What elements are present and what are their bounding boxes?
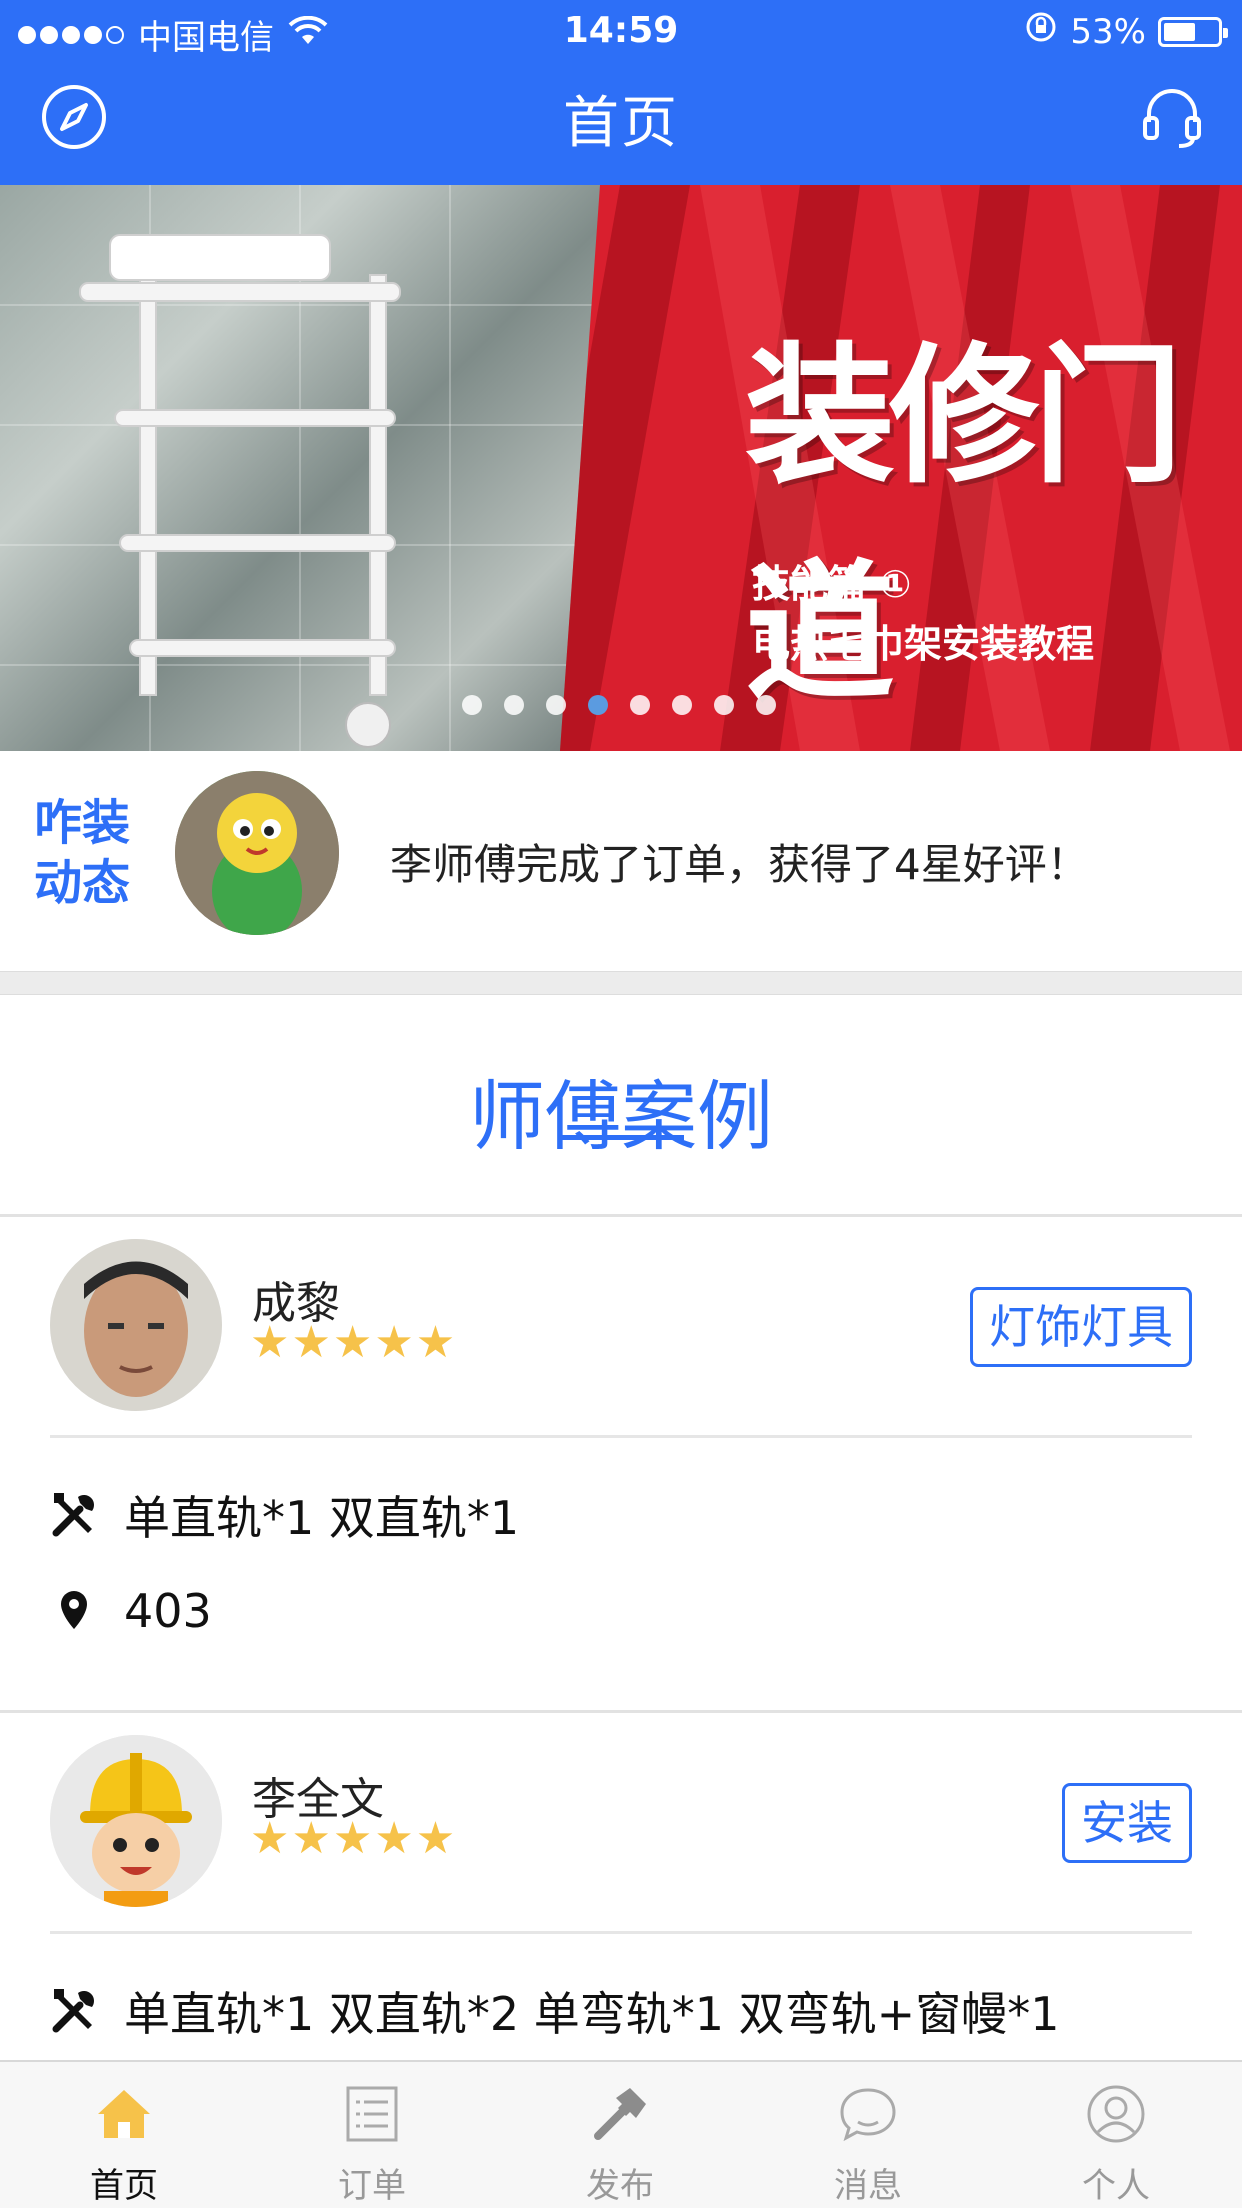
tab-messages[interactable]: 消息 <box>744 2062 992 2208</box>
pager-dot[interactable] <box>630 695 650 715</box>
banner-subtitle-2: 电热毛巾架安装教程 <box>752 622 1095 666</box>
news-message: 李师傅完成了订单，获得了4星好评！ <box>390 840 1089 889</box>
news-label: 咋装 动态 <box>34 795 131 911</box>
pager-dot[interactable] <box>462 695 482 715</box>
case-location-row: 403 <box>50 1584 212 1638</box>
towel-rack-photo <box>0 185 600 751</box>
person-icon <box>992 2084 1240 2154</box>
rating-stars: ★★★★★ <box>250 1813 458 1864</box>
section-title-underline <box>558 1135 684 1140</box>
banner-page-indicator[interactable] <box>462 695 776 715</box>
case-items: 单直轨*1 双直轨*1 <box>124 1491 520 1545</box>
pager-dot[interactable] <box>672 695 692 715</box>
pager-dot[interactable] <box>504 695 524 715</box>
pager-dot[interactable] <box>714 695 734 715</box>
tab-publish[interactable]: 发布 <box>496 2062 744 2208</box>
cases-section-header: 师傅案例 <box>0 995 1242 1215</box>
battery-percent: 53% <box>1070 11 1146 52</box>
tab-label: 首页 <box>90 2166 158 2206</box>
tools-icon <box>50 1491 98 1539</box>
card-divider <box>50 1931 1192 1934</box>
status-bar: 中国电信 14:59 53% <box>0 0 1242 62</box>
service-tag[interactable]: 安装 <box>1062 1783 1192 1863</box>
news-ticker[interactable]: 咋装 动态 李师傅完成了订单，获得了4星好评！ <box>0 751 1242 971</box>
location-pin-icon <box>50 1587 98 1635</box>
hammer-icon <box>496 2084 744 2154</box>
nav-bar: 首页 <box>0 62 1242 185</box>
app-root: { "status_bar": { "carrier": "中国电信", "ti… <box>0 0 1242 2208</box>
service-tag[interactable]: 灯饰灯具 <box>970 1287 1192 1367</box>
mascot-avatar <box>175 771 339 935</box>
case-items-row: 单直轨*1 双直轨*2 单弯轨*1 双弯轨+窗幔*1 <box>50 1978 1059 2044</box>
header: 中国电信 14:59 53% 首页 <box>0 0 1242 185</box>
list-icon <box>248 2084 496 2154</box>
pager-dot[interactable] <box>588 695 608 715</box>
banner-subtitle-1: 技能篇 ① <box>752 562 912 606</box>
promo-banner[interactable]: 装修门道 技能篇 ① 电热毛巾架安装教程 <box>0 185 1242 751</box>
worker-avatar <box>50 1239 222 1411</box>
worker-avatar <box>50 1735 222 1907</box>
tab-profile[interactable]: 个人 <box>992 2062 1240 2208</box>
home-icon <box>0 2084 248 2154</box>
tab-home[interactable]: 首页 <box>0 2062 248 2208</box>
battery-icon <box>1158 16 1228 47</box>
chat-icon <box>744 2084 992 2154</box>
page-title: 首页 <box>563 91 679 156</box>
pager-dot[interactable] <box>756 695 776 715</box>
pager-dot[interactable] <box>546 695 566 715</box>
case-card[interactable]: 李全文 ★★★★★ 安装 单直轨*1 双直轨*2 单弯轨*1 双弯轨+窗幔*1 <box>0 1713 1242 2060</box>
case-items-row: 单直轨*1 双直轨*1 <box>50 1482 519 1548</box>
section-gap <box>0 971 1242 995</box>
tab-label: 消息 <box>834 2166 902 2206</box>
section-title: 师傅案例 <box>469 1072 773 1161</box>
case-card[interactable]: 成黎 ★★★★★ 灯饰灯具 单直轨*1 双直轨*1 403 <box>0 1217 1242 1710</box>
tab-label: 发布 <box>586 2166 654 2206</box>
tab-bar: 首页 订单 发布 消息 个人 <box>0 2060 1242 2208</box>
case-location: 403 <box>124 1584 212 1638</box>
tab-label: 订单 <box>338 2166 406 2206</box>
tab-orders[interactable]: 订单 <box>248 2062 496 2208</box>
headset-icon[interactable] <box>1132 77 1212 157</box>
card-divider <box>50 1435 1192 1438</box>
tools-icon <box>50 1987 98 2035</box>
tab-label: 个人 <box>1082 2166 1150 2206</box>
case-items: 单直轨*1 双直轨*2 单弯轨*1 双弯轨+窗幔*1 <box>124 1987 1060 2041</box>
rotation-lock-icon <box>1024 10 1058 53</box>
rating-stars: ★★★★★ <box>250 1317 458 1368</box>
